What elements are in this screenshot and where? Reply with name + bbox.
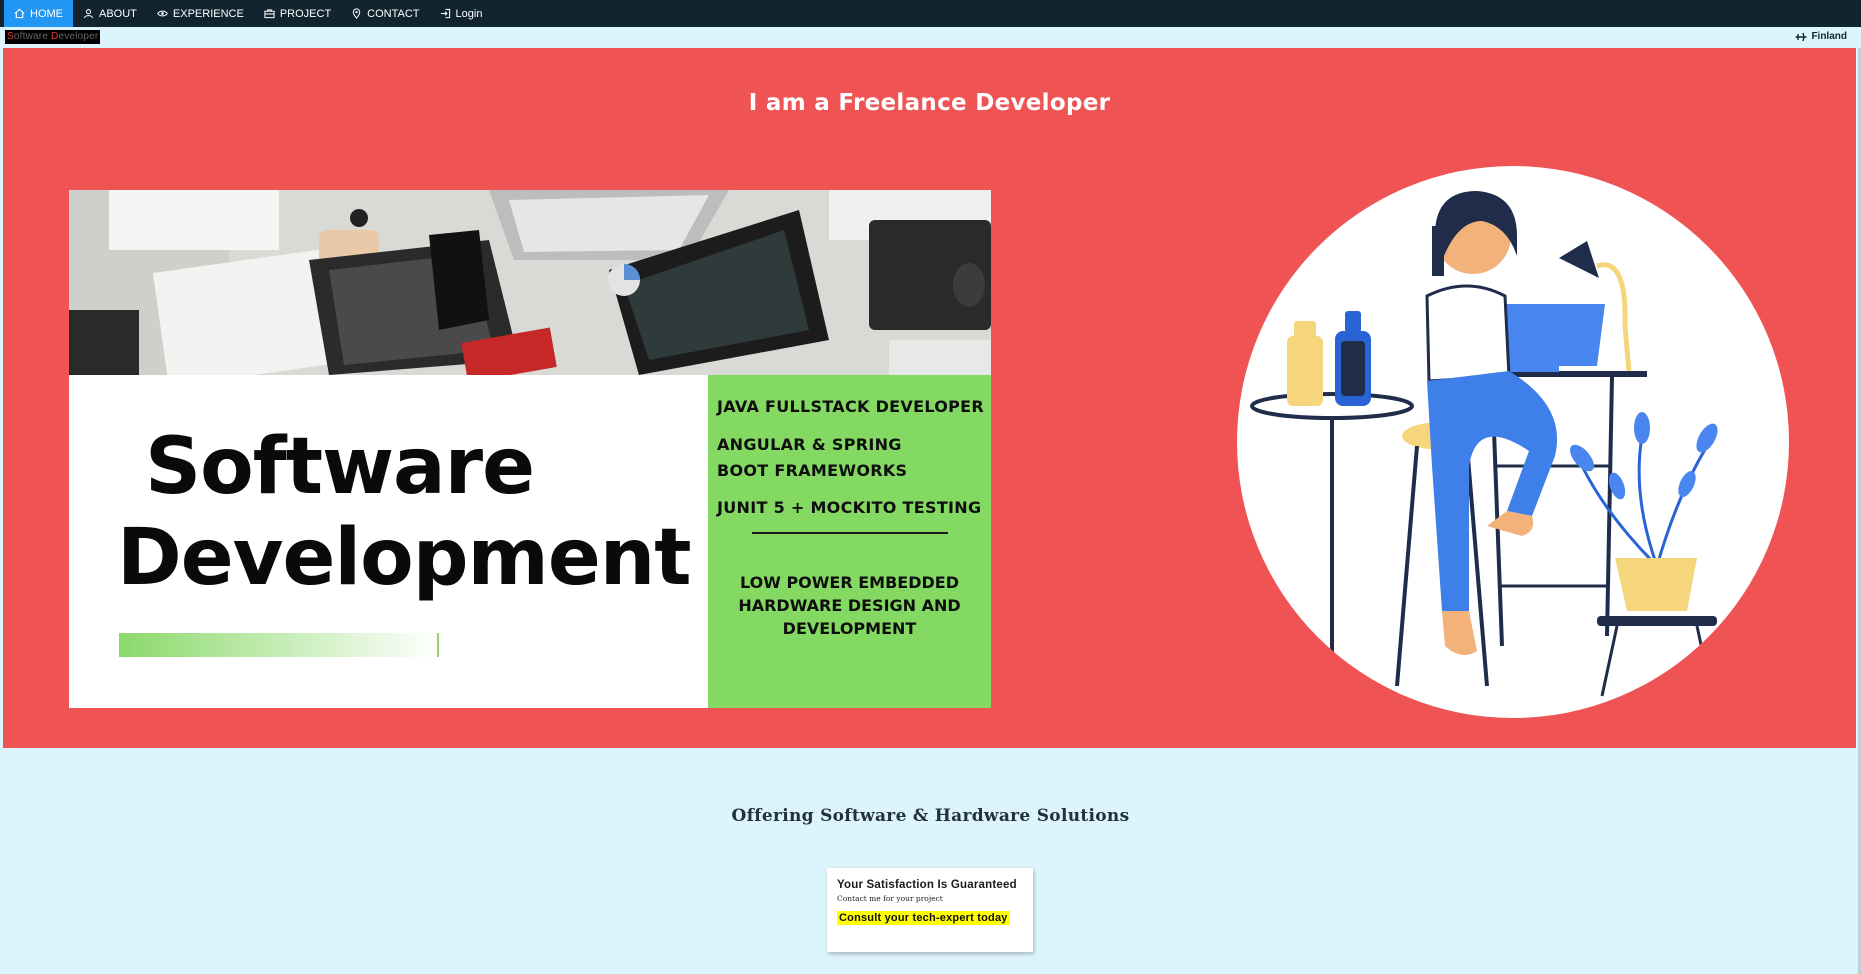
plane-icon <box>1795 32 1807 41</box>
brand-logo[interactable]: Software Developer <box>5 30 101 44</box>
sub-header: Software Developer Finland <box>0 27 1861 48</box>
brand-text-1: oftware <box>13 31 52 42</box>
brand-text-2: eveloper <box>58 31 99 42</box>
hero-banner-card: Software Development JAVA FULLSTACK DEVE… <box>69 190 991 708</box>
consult-link[interactable]: Consult your tech-expert today <box>837 911 1010 925</box>
brand-initial-s: S <box>7 31 14 42</box>
nav-about[interactable]: ABOUT <box>73 0 147 27</box>
nav-contact[interactable]: CONTACT <box>341 0 429 27</box>
nav-login[interactable]: Login <box>430 0 493 27</box>
skill-junit: JUNIT 5 + MOCKITO TESTING <box>717 498 982 517</box>
nav-project-label: PROJECT <box>279 7 332 20</box>
nav-experience[interactable]: EXPERIENCE <box>147 0 254 27</box>
user-icon <box>83 9 94 19</box>
location-indicator: Finland <box>1795 31 1847 42</box>
location-label: Finland <box>1811 31 1847 42</box>
nav-login-label: Login <box>455 7 483 20</box>
map-pin-icon <box>352 8 361 19</box>
skill-java: JAVA FULLSTACK DEVELOPER <box>717 397 985 416</box>
nav-contact-label: CONTACT <box>367 7 420 20</box>
skills-panel: JAVA FULLSTACK DEVELOPER ANGULAR & SPRIN… <box>708 375 991 708</box>
skill-angular-spring: ANGULAR & SPRING BOOT FRAMEWORKS <box>717 435 908 480</box>
home-icon <box>14 8 25 19</box>
eye-icon <box>157 10 168 17</box>
developer-illustration <box>1237 166 1789 718</box>
nav-experience-label: EXPERIENCE <box>172 7 244 20</box>
page-frame: HOME ABOUT EXPERIENCE PROJECT CONTACT Lo… <box>0 0 1861 974</box>
nav-home[interactable]: HOME <box>4 0 73 27</box>
hero-title: I am a Freelance Developer <box>748 90 1111 116</box>
gradient-accent-bar <box>119 633 439 657</box>
nav-about-label: ABOUT <box>99 7 137 20</box>
software-development-title: Software Development <box>117 422 717 604</box>
contact-subtext: Contact me for your project <box>837 894 943 903</box>
login-icon <box>440 8 450 19</box>
office-laptops-photo <box>69 190 991 375</box>
briefcase-icon <box>264 9 275 19</box>
satisfaction-heading: Your Satisfaction Is Guaranteed <box>837 879 1017 891</box>
nav-project[interactable]: PROJECT <box>254 0 341 27</box>
skill-hardware: LOW POWER EMBEDDED HARDWARE DESIGN AND D… <box>738 573 961 638</box>
offering-subtitle: Offering Software & Hardware Solutions <box>731 806 1130 826</box>
skills-divider <box>752 532 948 534</box>
title-line-development: Development <box>117 513 692 603</box>
nav-home-label: HOME <box>30 7 63 20</box>
hero-section: I am a Freelance Developer Software Deve… <box>3 48 1856 748</box>
top-navbar: HOME ABOUT EXPERIENCE PROJECT CONTACT Lo… <box>0 0 1861 27</box>
title-line-software: Software <box>145 422 535 512</box>
satisfaction-card: Your Satisfaction Is Guaranteed Contact … <box>827 868 1033 952</box>
